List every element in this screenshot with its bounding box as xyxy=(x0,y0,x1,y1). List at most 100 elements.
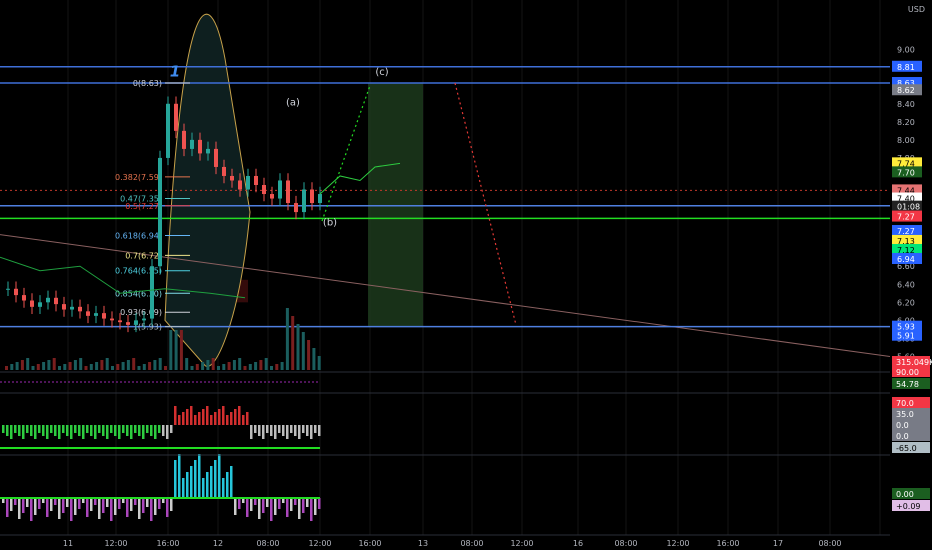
candle-body xyxy=(206,148,210,154)
oscillator-bar xyxy=(134,425,137,433)
candle-body xyxy=(118,320,122,323)
time-tick: 13 xyxy=(418,539,428,548)
macd-bar xyxy=(274,498,277,515)
trading-chart[interactable]: 0(8.63)0.382(7.59)0.47(7.35)0.5(7.27)0.6… xyxy=(0,0,932,550)
oscillator-bar xyxy=(290,425,293,433)
macd-bar xyxy=(54,498,57,505)
oscillator-bar xyxy=(190,406,193,425)
macd-bar xyxy=(182,478,185,498)
macd-pane xyxy=(0,454,321,521)
volume-bar xyxy=(89,364,93,370)
oscillator-bar xyxy=(82,425,85,439)
price-tag: 8.81 xyxy=(897,63,915,72)
indicator-tag: -65.0 xyxy=(896,444,917,453)
wave-label: (b) xyxy=(323,218,337,229)
oscillator-bar xyxy=(150,425,153,436)
time-tick: 08:00 xyxy=(256,539,279,548)
price-axis[interactable]: USD9.008.808.408.208.007.806.606.406.206… xyxy=(890,0,932,550)
oscillator-bar xyxy=(222,406,225,425)
candle-body xyxy=(110,318,114,321)
time-axis[interactable]: 11 12:00 16:00 12 08:00 12:00 16:00 13 08:00 12:0… xyxy=(63,539,842,548)
oscillator-bar xyxy=(250,425,253,439)
volume-bar xyxy=(26,358,30,370)
time-tick: 11 xyxy=(63,539,73,548)
macd-bar xyxy=(222,478,225,498)
candle-body xyxy=(190,139,194,149)
candle-body xyxy=(198,139,202,154)
macd-bar xyxy=(10,498,13,511)
oscillator-bar xyxy=(274,425,277,439)
volume-bar xyxy=(63,364,67,370)
candle-body xyxy=(230,175,234,181)
volume-bar xyxy=(307,340,311,370)
oscillator-bar xyxy=(34,425,37,439)
macd-bar xyxy=(58,498,61,519)
price-tag: 7.70 xyxy=(897,168,915,177)
indicator-tag: 70.0 xyxy=(896,399,914,408)
macd-bar xyxy=(250,498,253,511)
macd-bar xyxy=(78,498,81,509)
volume-bar xyxy=(31,366,35,370)
macd-bar xyxy=(26,498,29,507)
volume-bar xyxy=(5,366,8,370)
volume-bar xyxy=(68,362,72,370)
oscillator-bar xyxy=(242,415,245,425)
volume-bar xyxy=(148,362,152,370)
candle-body xyxy=(302,189,306,213)
oscillator-bar xyxy=(202,409,205,425)
oscillator-bar xyxy=(146,425,149,433)
oscillator-bar xyxy=(306,425,309,436)
volume-bar xyxy=(291,316,295,370)
volume-bar xyxy=(47,360,51,370)
volume-bar xyxy=(259,360,263,370)
macd-bar xyxy=(102,498,105,513)
macd-bar xyxy=(34,498,37,515)
volume-bar xyxy=(227,362,231,370)
macd-bar xyxy=(206,472,209,498)
oscillator-bar xyxy=(110,425,113,433)
wave-label: (c) xyxy=(375,67,388,78)
time-tick: 12:00 xyxy=(510,539,533,548)
oscillator-bar xyxy=(106,425,109,439)
candle-body xyxy=(142,318,146,321)
time-tick: 16 xyxy=(573,539,583,548)
volume-bar xyxy=(243,366,247,370)
volume-bar xyxy=(105,358,109,370)
oscillator-bar xyxy=(86,425,89,433)
oscillator-bar xyxy=(194,415,197,425)
price-tick: 8.40 xyxy=(897,100,915,109)
macd-bar xyxy=(138,498,141,519)
oscillator-bar xyxy=(54,425,57,436)
macd-bar xyxy=(226,472,229,498)
volume-bar xyxy=(301,332,305,370)
oscillator-bar xyxy=(318,425,321,436)
volume-bar xyxy=(317,356,321,370)
macd-bar xyxy=(46,498,49,517)
macd-bar xyxy=(106,498,109,507)
oscillator-bar xyxy=(26,425,29,433)
macd-bar xyxy=(98,498,101,519)
macd-bar xyxy=(210,466,213,498)
volume-bar xyxy=(42,362,46,370)
macd-bar xyxy=(74,498,77,515)
oscillator-bar xyxy=(102,425,105,436)
macd-bar xyxy=(298,498,301,519)
oscillator-bar xyxy=(62,425,65,433)
indicator-tag: 90.00 xyxy=(896,368,919,377)
macd-bar xyxy=(278,498,281,509)
time-tick: 08:00 xyxy=(614,539,637,548)
macd-bar xyxy=(134,498,137,505)
price-tag: 7.27 xyxy=(897,213,915,222)
volume-pane xyxy=(5,308,321,370)
macd-bar xyxy=(286,498,289,517)
candle-body xyxy=(254,175,258,185)
price-tick: 6.20 xyxy=(897,298,915,307)
macd-bar xyxy=(114,498,117,515)
oscillator-bar xyxy=(266,425,269,433)
oscillator-bar xyxy=(174,406,177,425)
oscillator-bar xyxy=(302,425,305,433)
currency-label: USD xyxy=(908,5,925,14)
volume-bar xyxy=(275,364,279,370)
candle-body xyxy=(70,306,74,310)
candle-body xyxy=(46,297,50,303)
